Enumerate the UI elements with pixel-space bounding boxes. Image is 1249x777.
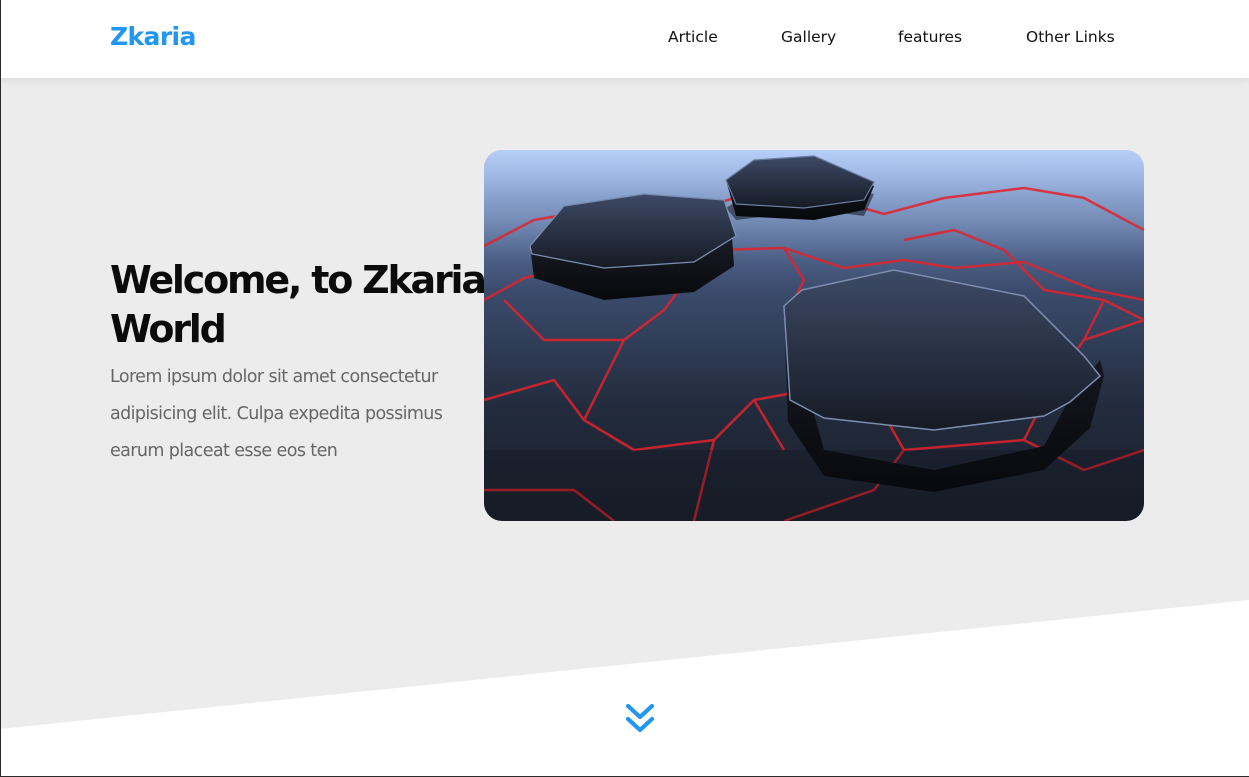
double-chevron-down-icon: [625, 703, 655, 733]
scroll-down-button[interactable]: [624, 702, 656, 736]
nav-link-other-links[interactable]: Other Links: [1026, 28, 1115, 46]
hexagon-circuit-illustration: [484, 150, 1144, 521]
brand-logo[interactable]: Zkaria: [110, 22, 196, 51]
nav-link-article[interactable]: Article: [668, 28, 718, 46]
nav-link-gallery[interactable]: Gallery: [781, 28, 836, 46]
hero-description: Lorem ipsum dolor sit amet consectetur a…: [110, 367, 443, 461]
site-header: Zkaria Article Gallery features Other Li…: [0, 0, 1249, 78]
hero-title: Welcome, to Zkaria World: [110, 258, 487, 351]
nav-link-features[interactable]: features: [898, 28, 962, 46]
hero-image: [484, 150, 1144, 521]
